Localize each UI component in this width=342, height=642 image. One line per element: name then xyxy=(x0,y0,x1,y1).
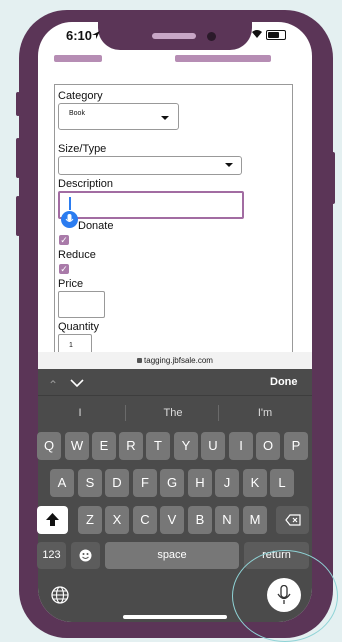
next-field-button[interactable] xyxy=(70,379,84,388)
key-m[interactable]: M xyxy=(243,506,267,534)
speaker-grille xyxy=(152,33,196,39)
reduce-checkbox[interactable]: ✓ xyxy=(59,264,69,274)
key-y[interactable]: Y xyxy=(174,432,198,460)
chevron-down-icon xyxy=(225,163,233,167)
key-t[interactable]: T xyxy=(146,432,170,460)
key-o[interactable]: O xyxy=(256,432,280,460)
reduce-label: Reduce xyxy=(58,249,96,261)
key-b[interactable]: B xyxy=(188,506,212,534)
quantity-label: Quantity xyxy=(58,321,99,333)
microphone-icon xyxy=(277,585,291,604)
key-s[interactable]: S xyxy=(78,469,102,497)
key-g[interactable]: G xyxy=(160,469,184,497)
emoji-key[interactable] xyxy=(71,542,100,569)
front-camera xyxy=(207,32,216,41)
header-bar-right xyxy=(175,55,271,62)
category-select-value: Book xyxy=(69,110,85,117)
wifi-icon xyxy=(252,30,262,38)
status-time: 6:10 xyxy=(66,28,93,43)
done-button[interactable]: Done xyxy=(270,376,298,388)
key-w[interactable]: W xyxy=(65,432,89,460)
shift-arrow-icon xyxy=(46,513,59,526)
suggestion-3[interactable]: I'm xyxy=(225,407,305,419)
microphone-icon xyxy=(65,214,74,222)
key-k[interactable]: K xyxy=(243,469,267,497)
price-label: Price xyxy=(58,278,84,290)
key-v[interactable]: V xyxy=(160,506,184,534)
url-bar[interactable]: tagging.jbfsale.com xyxy=(38,352,312,369)
key-e[interactable]: E xyxy=(92,432,116,460)
suggestion-1[interactable]: I xyxy=(40,407,120,419)
shift-key[interactable] xyxy=(37,506,68,534)
quantity-input[interactable]: 1 xyxy=(58,334,92,354)
globe-icon[interactable] xyxy=(51,586,69,604)
key-u[interactable]: U xyxy=(201,432,225,460)
notch xyxy=(98,10,252,50)
key-j[interactable]: J xyxy=(215,469,239,497)
dictation-bubble[interactable] xyxy=(61,211,78,228)
suggestion-divider xyxy=(218,405,219,421)
backspace-icon xyxy=(285,514,301,526)
donate-checkbox[interactable]: ✓ xyxy=(59,235,69,245)
emoji-icon xyxy=(79,549,92,562)
location-arrow-icon xyxy=(92,31,100,39)
size-type-label: Size/Type xyxy=(58,143,107,155)
category-label: Category xyxy=(58,90,103,102)
category-select[interactable]: Book xyxy=(58,103,179,130)
chevron-down-icon xyxy=(161,116,169,120)
size-type-select[interactable] xyxy=(58,156,242,175)
description-input[interactable] xyxy=(58,191,244,219)
home-indicator xyxy=(123,615,227,619)
quantity-input-value: 1 xyxy=(69,342,73,349)
url-text: tagging.jbfsale.com xyxy=(144,356,213,365)
delete-key[interactable] xyxy=(276,506,309,534)
lock-icon xyxy=(137,358,143,363)
key-h[interactable]: H xyxy=(188,469,212,497)
donate-label: Donate xyxy=(78,220,114,232)
dictation-button[interactable] xyxy=(267,578,301,612)
toolbar-divider xyxy=(38,395,312,396)
key-c[interactable]: C xyxy=(133,506,157,534)
key-a[interactable]: A xyxy=(50,469,74,497)
key-f[interactable]: F xyxy=(133,469,157,497)
battery-icon xyxy=(266,30,286,40)
key-x[interactable]: X xyxy=(105,506,129,534)
previous-field-button[interactable]: ⌃ xyxy=(48,378,58,392)
suggestion-divider xyxy=(125,405,126,421)
key-z[interactable]: Z xyxy=(78,506,102,534)
key-n[interactable]: N xyxy=(215,506,239,534)
text-cursor xyxy=(69,197,71,210)
suggestion-2[interactable]: The xyxy=(133,407,213,419)
header-bar-left xyxy=(54,55,102,62)
key-l[interactable]: L xyxy=(270,469,294,497)
numbers-key[interactable]: 123 xyxy=(37,542,66,569)
space-key[interactable]: space xyxy=(105,542,239,569)
key-i[interactable]: I xyxy=(229,432,253,460)
key-p[interactable]: P xyxy=(284,432,308,460)
key-r[interactable]: R xyxy=(119,432,143,460)
key-d[interactable]: D xyxy=(105,469,129,497)
price-input[interactable] xyxy=(58,291,105,318)
description-label: Description xyxy=(58,178,114,190)
key-q[interactable]: Q xyxy=(37,432,61,460)
